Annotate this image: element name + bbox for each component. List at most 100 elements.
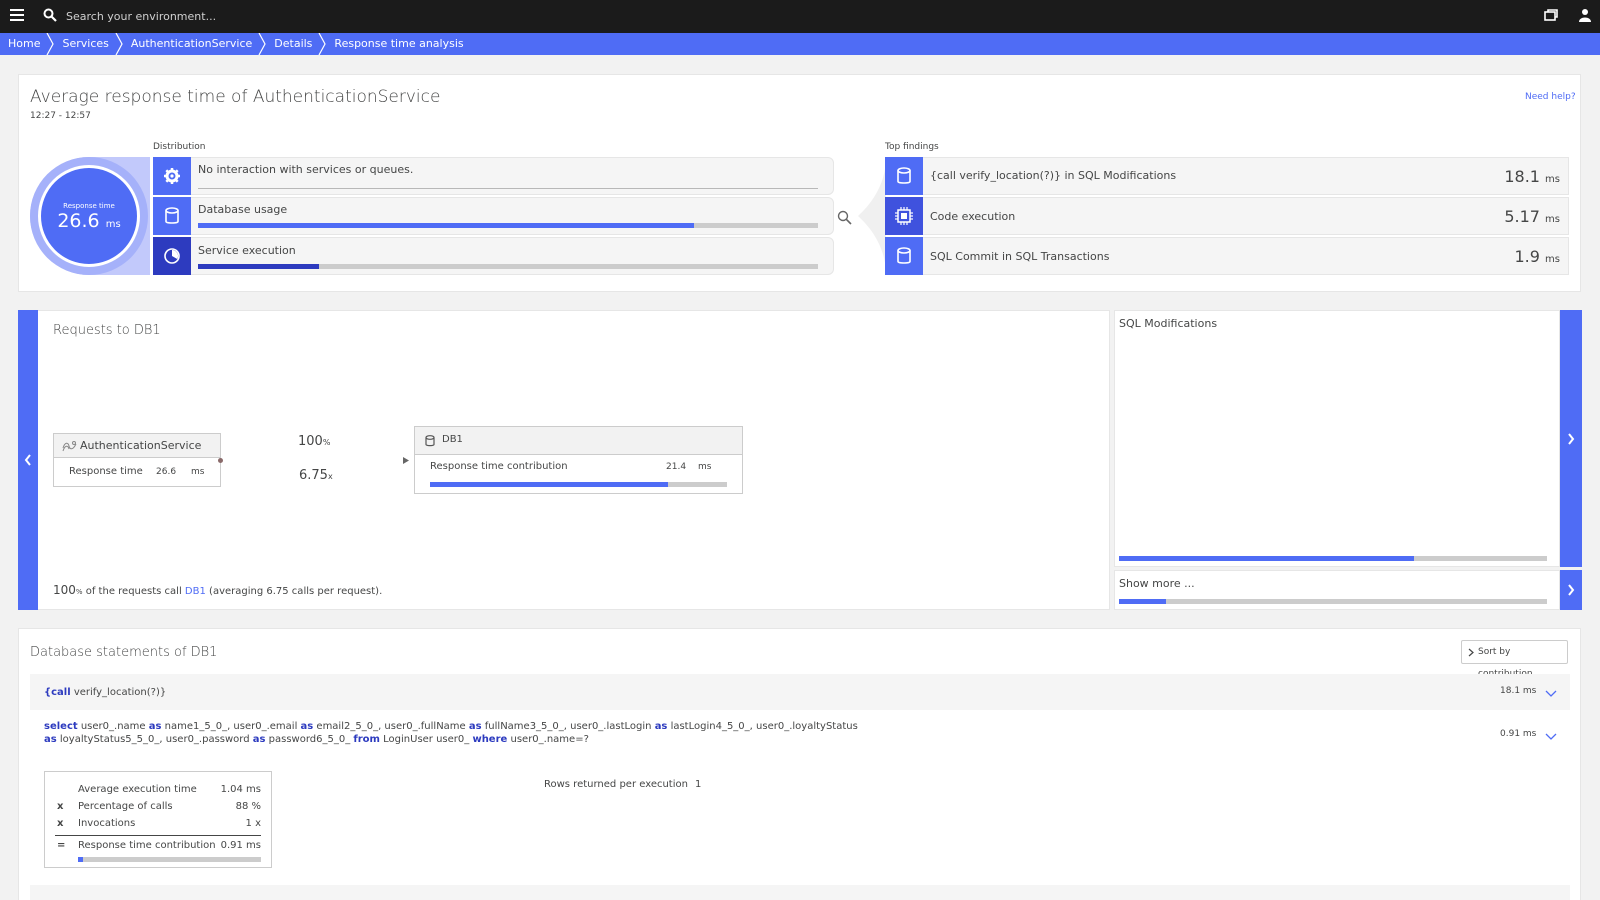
breadcrumb-label: AuthenticationService xyxy=(130,37,253,50)
requests-title: Requests to DB1 xyxy=(53,323,161,338)
statement-stats-box: Average execution time 1.04 ms x Percentag… xyxy=(44,771,272,868)
distribution-label: Distribution xyxy=(153,142,206,152)
search-input[interactable]: Search your environment... xyxy=(66,10,216,23)
breadcrumb-label: Details xyxy=(274,37,313,50)
service-icon xyxy=(62,441,77,452)
distribution-bar-fill-database xyxy=(198,223,694,228)
stats-bar-fill xyxy=(78,857,84,862)
statement-value-2: 0.91 ms xyxy=(1500,729,1537,739)
chevron-right-icon xyxy=(46,33,55,55)
stat-row: x Percentage of calls 88 % xyxy=(57,801,261,812)
breadcrumb-label: Response time analysis xyxy=(334,37,464,50)
distribution-bar-fill-service xyxy=(198,264,319,269)
statement-text-2-line-2: as loyaltyStatus5_5_0_, user0_.password … xyxy=(44,734,589,745)
statement-value-1: 18.1 ms xyxy=(1500,686,1537,696)
source-node[interactable]: AuthenticationService Response time 26.6… xyxy=(53,433,221,487)
show-more-panel[interactable] xyxy=(1114,570,1560,610)
user-icon[interactable] xyxy=(1578,8,1592,22)
breadcrumb-label: Services xyxy=(62,37,109,50)
database-icon xyxy=(885,157,923,195)
show-more-bar xyxy=(1119,599,1547,604)
target-node-header xyxy=(415,427,742,455)
show-more-label: Show more ... xyxy=(1119,577,1195,590)
stats-divider xyxy=(55,835,261,836)
arrow-right-icon xyxy=(403,457,409,464)
time-range: 12:27 - 12:57 xyxy=(30,111,91,121)
finding-value-3: 1.9 ms xyxy=(1514,247,1561,266)
page-title: Average response time of AuthenticationS… xyxy=(30,87,441,107)
database-icon xyxy=(153,197,191,235)
row-divider xyxy=(30,710,780,711)
target-node-metric-label: Response time contribution xyxy=(430,461,568,472)
source-node-name: AuthenticationService xyxy=(80,439,202,452)
target-node-name: DB1 xyxy=(442,434,463,445)
chevron-down-icon[interactable] xyxy=(1545,690,1557,698)
sql-modifications-title: SQL Modifications xyxy=(1119,317,1218,330)
finding-label-1: {call verify_location(?)} in SQL Modific… xyxy=(930,169,1177,182)
breadcrumb-details[interactable]: Details xyxy=(266,33,327,55)
stats-bar xyxy=(78,857,261,862)
statement-row-3[interactable] xyxy=(30,885,1570,900)
gear-icon xyxy=(153,157,191,195)
chevron-right-icon xyxy=(1568,584,1575,596)
show-more-button[interactable] xyxy=(1560,570,1582,610)
finding-label-3: SQL Commit in SQL Transactions xyxy=(930,250,1110,263)
top-findings-label: Top findings xyxy=(885,142,939,152)
statements-title: Database statements of DB1 xyxy=(30,645,218,660)
rows-returned-value: 1 xyxy=(695,779,702,790)
source-node-metric-value: 26.6 xyxy=(156,467,177,477)
percent-calls: 100% xyxy=(298,434,331,449)
distribution-line-interaction xyxy=(198,188,818,189)
top-bar: Search your environment... xyxy=(0,0,1600,33)
finding-label-2: Code execution xyxy=(930,210,1016,223)
finding-value-2: 5.17 ms xyxy=(1504,207,1560,226)
chevron-right-icon xyxy=(115,33,123,55)
distribution-bar-database xyxy=(198,223,818,228)
sort-by-contribution-button[interactable]: Sort by contribution xyxy=(1461,640,1568,679)
chevron-right-icon xyxy=(1568,432,1575,445)
breadcrumb-response-time-analysis[interactable]: Response time analysis xyxy=(326,33,475,55)
requests-footer: 100% of the requests call DB1 (averaging… xyxy=(53,583,383,597)
finding-value-1: 18.1 ms xyxy=(1504,167,1560,186)
db1-link[interactable]: DB1 xyxy=(185,586,206,597)
breadcrumb-services[interactable]: Services xyxy=(54,33,123,55)
statement-row-1[interactable] xyxy=(30,674,1570,710)
menu-icon[interactable] xyxy=(10,9,24,23)
breadcrumb: Home Services AuthenticationService Deta… xyxy=(0,33,1600,55)
distribution-label-interaction: No interaction with services or queues. xyxy=(198,163,414,176)
magnifier-icon xyxy=(837,210,852,225)
sql-modifications-bar xyxy=(1119,556,1547,561)
next-button[interactable] xyxy=(1560,310,1582,567)
database-icon xyxy=(425,435,435,447)
previous-button[interactable] xyxy=(18,310,38,610)
chevron-down-icon[interactable] xyxy=(1545,733,1557,741)
target-node-metric-value: 21.4 xyxy=(666,462,687,472)
statement-text-1: {call verify_location(?)} xyxy=(44,687,167,698)
stat-row: = Response time contribution 0.91 ms xyxy=(57,840,261,851)
response-time-value: 26.6 ms xyxy=(57,210,121,232)
breadcrumb-authenticationservice[interactable]: AuthenticationService xyxy=(123,33,266,55)
sql-modifications-bar-fill xyxy=(1119,556,1415,561)
distribution-label-service: Service execution xyxy=(198,244,296,257)
source-node-metric-label: Response time xyxy=(69,466,143,477)
statement-text-2: select user0_.name as name1_5_0_, user0_… xyxy=(44,721,858,732)
sql-modifications-panel[interactable] xyxy=(1114,310,1560,567)
breadcrumb-label: Home xyxy=(8,37,41,50)
response-time-circle[interactable]: Response time 26.6 ms xyxy=(38,165,140,267)
source-node-metric-unit: ms xyxy=(191,467,205,477)
window-icon[interactable] xyxy=(1544,9,1558,22)
chevron-right-icon xyxy=(258,33,266,55)
connector-dot xyxy=(218,458,223,463)
chevron-left-icon xyxy=(24,454,31,466)
target-node-bar xyxy=(430,482,727,487)
target-node[interactable]: DB1 Response time contribution 21.4 ms xyxy=(414,426,743,494)
help-link[interactable]: Need help? xyxy=(1525,92,1576,102)
timer-icon xyxy=(153,237,191,275)
cpu-icon xyxy=(885,197,923,235)
distribution-label-database: Database usage xyxy=(198,203,288,216)
breadcrumb-home[interactable]: Home xyxy=(0,33,55,55)
database-icon xyxy=(885,237,923,275)
distribution-bar-service xyxy=(198,264,818,269)
chevron-right-icon xyxy=(1468,648,1474,657)
search-icon[interactable] xyxy=(43,8,57,22)
